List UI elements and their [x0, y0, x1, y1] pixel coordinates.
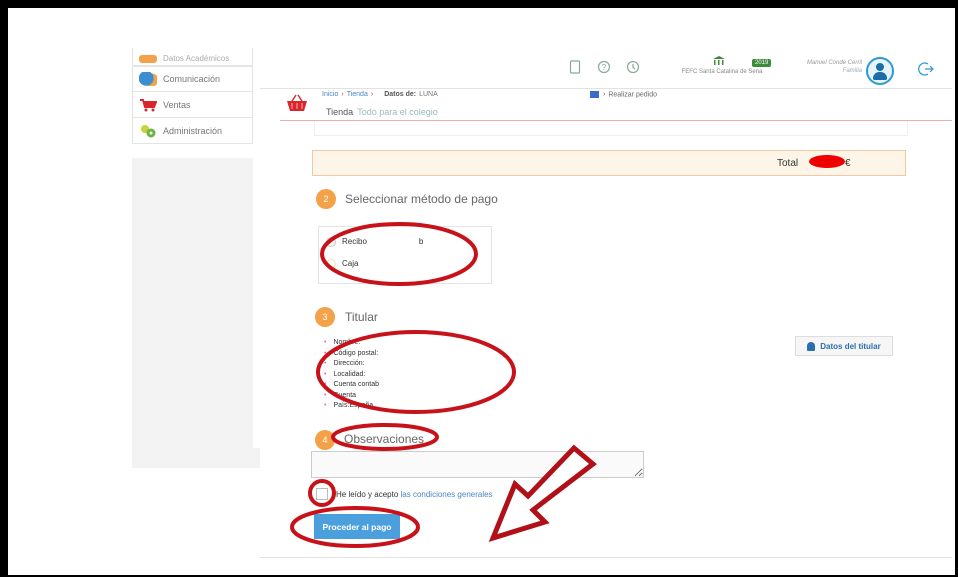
proceed-to-payment-button[interactable]: Proceder al pago — [314, 514, 400, 539]
step-number: 3 — [315, 307, 335, 327]
breadcrumb-inicio[interactable]: Inicio — [322, 91, 338, 98]
step-number: 2 — [316, 189, 336, 209]
holder-field: Dirección: — [324, 359, 379, 370]
holder-data-button-label: Datos del titular — [820, 341, 881, 351]
person-icon — [807, 341, 816, 351]
cart-table-row — [314, 121, 908, 136]
terms-checkbox[interactable] — [316, 488, 328, 500]
gears-icon — [139, 124, 157, 138]
realizar-pedido[interactable]: › Realizar pedido — [590, 91, 657, 98]
observations-textarea[interactable] — [311, 451, 644, 478]
breadcrumb-tienda[interactable]: Tienda — [347, 91, 368, 98]
payment-option-recibo[interactable]: Recibo b — [326, 237, 423, 247]
sidebar-item-label: Administración — [163, 125, 223, 136]
sidebar-item-label: Ventas — [163, 99, 191, 110]
terms-prefix: He leído y acepto — [336, 490, 399, 499]
footer-divider — [260, 557, 952, 558]
page-title-label: Tienda — [326, 107, 354, 117]
payment-option-caja[interactable]: Caja — [326, 259, 358, 269]
total-label: Total — [777, 158, 799, 169]
sidebar-background — [132, 158, 253, 448]
terms-text: He leído y acepto las condiciones genera… — [336, 490, 493, 499]
history-icon[interactable] — [626, 60, 640, 74]
payment-method-title: Seleccionar método de pago — [345, 192, 498, 206]
breadcrumb-separator-icon: › — [370, 91, 374, 98]
datos-label: Datos de: — [384, 91, 417, 98]
sidebar-item-label: Comunicación — [163, 74, 221, 84]
holder-field: Nombre: — [324, 338, 379, 349]
user-role: Familia — [842, 68, 862, 74]
holder-field: País:España — [324, 401, 379, 412]
flag-icon — [590, 91, 599, 98]
payment-option-label: Caja — [342, 259, 359, 269]
payment-option-extra: b — [418, 237, 424, 247]
breadcrumb-separator-icon: › — [341, 91, 344, 98]
datos-value: LUNA — [419, 91, 438, 98]
sidebar: Datos Académicos Comunicación Ventas Adm… — [132, 48, 253, 144]
holder-field: Localidad: — [324, 370, 379, 381]
radio-button[interactable] — [326, 237, 336, 247]
shop-basket-icon — [286, 94, 308, 112]
holder-field: Cuenta — [324, 391, 379, 402]
sidebar-item-administration[interactable]: Administración — [132, 118, 253, 144]
year-badge: 2019 — [752, 59, 772, 67]
holder-fields: Nombre: Código postal: Dirección: Locali… — [324, 338, 379, 412]
school-name: FEFC Santa Catalina de Sena — [681, 69, 763, 75]
redacted-total — [809, 155, 845, 168]
observations-title: Observaciones — [344, 432, 425, 446]
breadcrumb: Inicio › Tienda › Datos de: LUNA — [322, 91, 438, 98]
user-avatar-icon[interactable] — [866, 57, 894, 85]
sidebar-item-communication[interactable]: Comunicación — [132, 66, 253, 92]
tablet-icon[interactable] — [568, 60, 582, 74]
payment-options-box — [318, 226, 492, 284]
chat-bubbles-icon — [139, 72, 157, 86]
svg-text:?: ? — [602, 63, 607, 72]
breadcrumb-separator-icon: › — [603, 91, 606, 99]
cart-icon — [139, 98, 158, 112]
page-title: Tienda Todo para el colegio — [326, 107, 438, 117]
holder-data-button[interactable]: Datos del titular — [795, 336, 893, 356]
step-number: 4 — [315, 430, 335, 450]
realizar-pedido-label: Realizar pedido — [608, 91, 657, 99]
help-icon[interactable]: ? — [597, 60, 611, 74]
holder-field: Código postal: — [324, 349, 379, 360]
user-name: Manuel Conde Cerril — [806, 60, 862, 66]
sidebar-item-academic[interactable]: Datos Académicos — [132, 48, 253, 66]
sidebar-item-sales[interactable]: Ventas — [132, 92, 253, 118]
holder-field: Cuenta contab — [324, 380, 379, 391]
logout-icon[interactable] — [918, 61, 934, 80]
sidebar-item-label: Datos Académicos — [163, 54, 230, 63]
sidebar-footer — [132, 448, 260, 468]
academic-icon — [139, 55, 157, 63]
total-currency: € — [845, 158, 851, 169]
radio-button[interactable] — [326, 259, 336, 269]
payment-option-label: Recibo — [342, 237, 367, 247]
holder-title: Titular — [345, 310, 378, 324]
school-building-icon — [712, 55, 726, 69]
page-subtitle: Todo para el colegio — [357, 107, 438, 117]
terms-link[interactable]: las condiciones generales — [401, 490, 493, 499]
user-info: Manuel Conde Cerril Familia — [790, 60, 862, 74]
